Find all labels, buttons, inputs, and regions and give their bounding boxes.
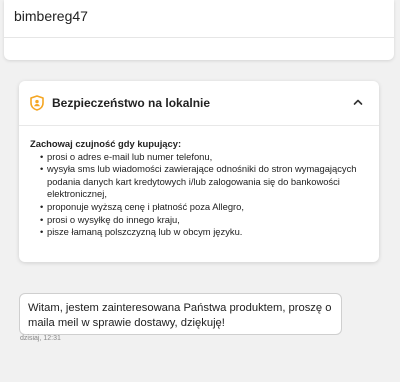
list-item: prosi o adres e-mail lub numer telefonu, xyxy=(40,151,370,164)
chevron-up-icon[interactable] xyxy=(351,95,365,109)
security-tips-lead: Zachowaj czujność gdy kupujący: xyxy=(30,138,182,149)
security-tips-list: prosi o adres e-mail lub numer telefonu,… xyxy=(30,151,370,239)
security-tips-title: Bezpieczeństwo na lokalnie xyxy=(52,96,211,110)
security-tips-body: Zachowaj czujność gdy kupujący: prosi o … xyxy=(30,138,370,239)
list-item: wysyła sms lub wiadomości zawierające od… xyxy=(40,163,370,201)
message-bubble: Witam, jestem zainteresowana Państwa pro… xyxy=(19,293,342,335)
username[interactable]: bimbereg47 xyxy=(14,8,88,24)
shield-person-icon xyxy=(30,95,44,111)
list-item: pisze łamaną polszczyzną lub w obcym jęz… xyxy=(40,226,370,239)
security-tips-divider xyxy=(19,125,379,126)
security-tips-header[interactable]: Bezpieczeństwo na lokalnie xyxy=(19,81,379,125)
conversation-header-card: bimbereg47 xyxy=(4,0,394,60)
list-item: prosi o wysyłkę do innego kraju, xyxy=(40,214,370,227)
list-item: proponuje wyższą cenę i płatność poza Al… xyxy=(40,201,370,214)
security-tips-card: Bezpieczeństwo na lokalnie Zachowaj czuj… xyxy=(19,81,379,262)
header-divider xyxy=(4,37,394,38)
message-timestamp: dzisiaj, 12:31 xyxy=(20,335,61,342)
